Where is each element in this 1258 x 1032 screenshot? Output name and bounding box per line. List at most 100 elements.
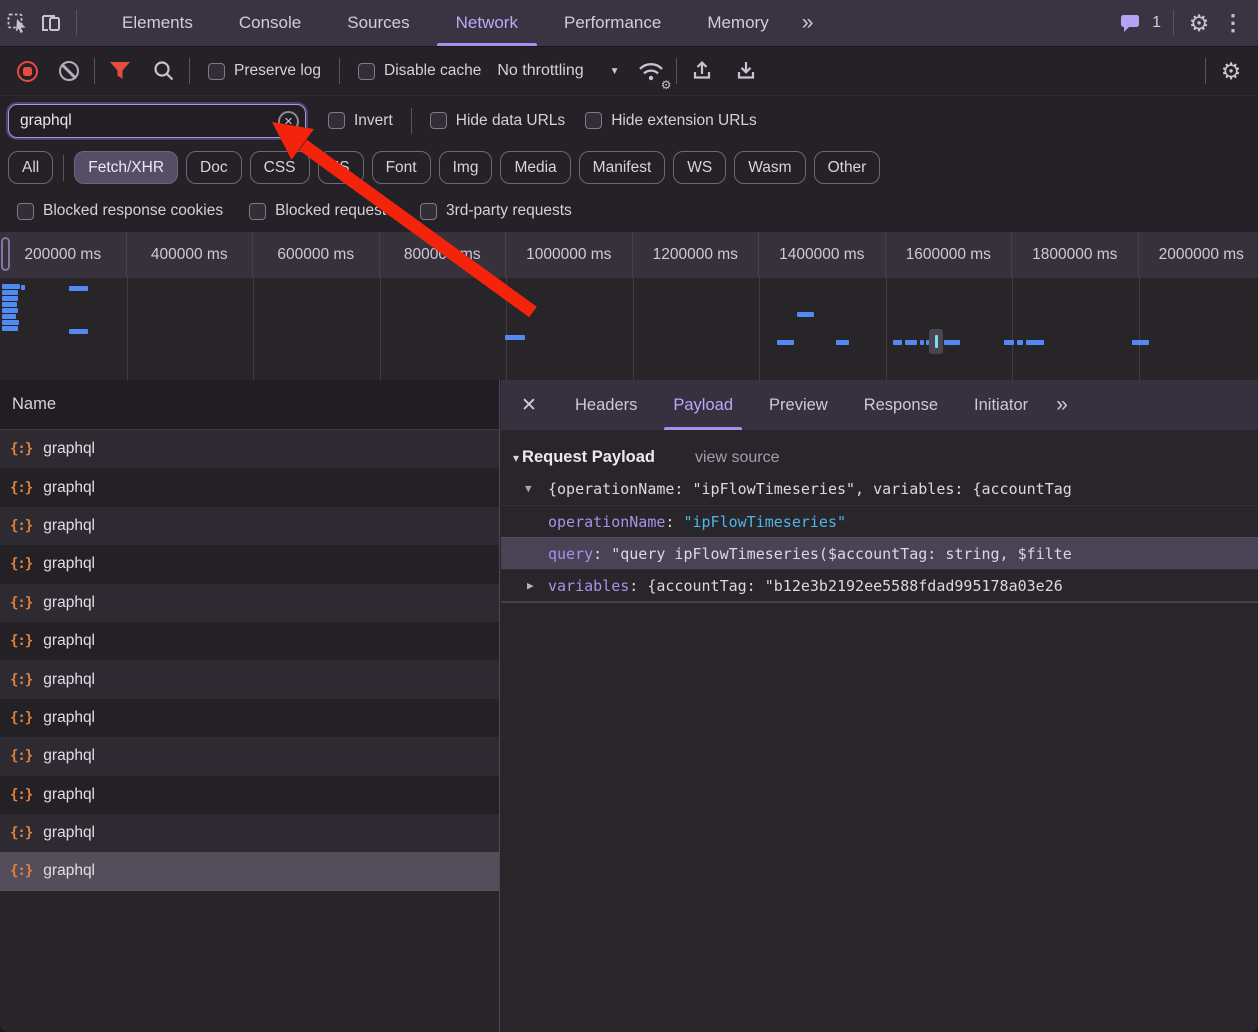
filter-chip-wasm[interactable]: Wasm (734, 151, 805, 184)
waterfall-bar[interactable] (2, 326, 18, 331)
detail-tab-initiator[interactable]: Initiator (956, 380, 1046, 430)
tab-network[interactable]: Network (433, 0, 541, 46)
clear-network-log-button[interactable] (52, 54, 86, 88)
tab-memory[interactable]: Memory (684, 0, 791, 46)
inspect-element-icon[interactable] (0, 6, 34, 40)
close-details-icon[interactable]: ✕ (501, 380, 557, 430)
hide-data-urls-checkbox[interactable]: Hide data URLs (430, 112, 565, 130)
request-row[interactable]: {:}graphql (0, 468, 499, 506)
payload-preview-line[interactable]: ▼ {operationName: "ipFlowTimeseries", va… (501, 473, 1258, 505)
request-row[interactable]: {:}graphql (0, 584, 499, 622)
waterfall-bar[interactable] (2, 284, 20, 289)
filter-chip-doc[interactable]: Doc (186, 151, 242, 184)
disable-cache-checkbox[interactable]: Disable cache (358, 62, 481, 80)
tab-console[interactable]: Console (216, 0, 324, 46)
filter-chip-fetch-xhr[interactable]: Fetch/XHR (74, 151, 178, 184)
3rd-party-requests-checkbox[interactable]: 3rd-party requests (420, 202, 572, 220)
payload-entry-operationname[interactable]: operationName: "ipFlowTimeseries" (501, 505, 1258, 537)
clear-filter-icon[interactable]: ✕ (278, 111, 299, 132)
checkbox-box[interactable] (328, 112, 345, 129)
request-row[interactable]: {:}graphql (0, 430, 499, 468)
request-row[interactable]: {:}graphql (0, 699, 499, 737)
checkbox-box[interactable] (249, 203, 266, 220)
filter-chip-all[interactable]: All (8, 151, 53, 184)
request-row[interactable]: {:}graphql (0, 660, 499, 698)
waterfall-bar[interactable] (69, 329, 88, 334)
request-row[interactable]: {:}graphql (0, 852, 499, 890)
tab-performance[interactable]: Performance (541, 0, 684, 46)
search-icon[interactable] (147, 54, 181, 88)
view-source-link[interactable]: view source (695, 449, 779, 467)
filter-chip-css[interactable]: CSS (250, 151, 310, 184)
waterfall-bar[interactable] (1017, 340, 1023, 345)
waterfall-bar[interactable] (797, 312, 814, 317)
payload-entry-query[interactable]: query: "query ipFlowTimeseries($accountT… (501, 537, 1258, 569)
tab-sources[interactable]: Sources (324, 0, 432, 46)
waterfall-bar[interactable] (777, 340, 794, 345)
timeline-scroll-handle[interactable] (1, 237, 10, 271)
waterfall-bar[interactable] (505, 335, 525, 340)
kebab-menu-icon[interactable]: ⋮ (1216, 6, 1250, 40)
issues-icon[interactable] (1113, 6, 1147, 40)
waterfall-bar[interactable] (905, 340, 917, 345)
filter-chip-img[interactable]: Img (439, 151, 493, 184)
filter-chip-js[interactable]: JS (318, 151, 364, 184)
checkbox-box[interactable] (420, 203, 437, 220)
request-row[interactable]: {:}graphql (0, 814, 499, 852)
settings-gear-icon[interactable]: ⚙ (1182, 6, 1216, 40)
checkbox-box[interactable] (208, 63, 225, 80)
blocked-requests-checkbox[interactable]: Blocked requests (249, 202, 394, 220)
filter-funnel-icon[interactable] (103, 54, 137, 88)
detail-tab-payload[interactable]: Payload (655, 380, 751, 430)
device-toolbar-icon[interactable] (34, 6, 68, 40)
filter-chip-media[interactable]: Media (500, 151, 570, 184)
preserve-log-checkbox[interactable]: Preserve log (208, 62, 321, 80)
waterfall-bar[interactable] (2, 320, 19, 325)
checkbox-box[interactable] (430, 112, 447, 129)
waterfall-bar[interactable] (893, 340, 902, 345)
waterfall-bar[interactable] (1004, 340, 1014, 345)
waterfall-bar[interactable] (2, 308, 18, 313)
hide-extension-urls-checkbox[interactable]: Hide extension URLs (585, 112, 757, 130)
waterfall-bar[interactable] (1132, 340, 1149, 345)
filter-input[interactable] (8, 104, 306, 138)
request-row[interactable]: {:}graphql (0, 776, 499, 814)
throttling-dropdown[interactable]: No throttling ▼ (497, 62, 619, 80)
network-settings-gear-icon[interactable]: ⚙ (1214, 54, 1248, 88)
export-har-icon[interactable] (729, 54, 763, 88)
payload-entry-variables[interactable]: ▶variables: {accountTag: "b12e3b2192ee55… (501, 569, 1258, 601)
expander-icon[interactable]: ▶ (527, 570, 534, 601)
filter-chip-font[interactable]: Font (372, 151, 431, 184)
waterfall-bar[interactable] (2, 290, 18, 295)
checkbox-box[interactable] (585, 112, 602, 129)
checkbox-box[interactable] (17, 203, 34, 220)
waterfall-bar[interactable] (1026, 340, 1044, 345)
waterfall-selected-marker[interactable] (929, 329, 943, 354)
request-row[interactable]: {:}graphql (0, 545, 499, 583)
waterfall-bar[interactable] (836, 340, 849, 345)
waterfall-bar[interactable] (2, 296, 18, 301)
invert-checkbox[interactable]: Invert (328, 112, 393, 130)
more-details-tabs-icon[interactable]: » (1046, 393, 1076, 417)
waterfall-bar[interactable] (21, 285, 25, 290)
filter-chip-manifest[interactable]: Manifest (579, 151, 666, 184)
network-conditions-icon[interactable]: ⚙ (634, 54, 668, 88)
waterfall-bar[interactable] (69, 286, 88, 291)
record-network-log-button[interactable] (10, 54, 44, 88)
request-row[interactable]: {:}graphql (0, 622, 499, 660)
filter-chip-ws[interactable]: WS (673, 151, 726, 184)
more-tabs-icon[interactable]: » (792, 11, 822, 35)
detail-tab-response[interactable]: Response (846, 380, 956, 430)
expander-icon[interactable]: ▼ (525, 473, 532, 505)
filter-chip-other[interactable]: Other (814, 151, 881, 184)
waterfall-bar[interactable] (944, 340, 960, 345)
blocked-response-cookies-checkbox[interactable]: Blocked response cookies (17, 202, 223, 220)
waterfall-bar[interactable] (2, 302, 17, 307)
network-overview-timeline[interactable]: 200000 ms400000 ms600000 ms800000 ms1000… (0, 232, 1258, 380)
collapse-section-icon[interactable]: ▾ (513, 451, 519, 465)
detail-tab-preview[interactable]: Preview (751, 380, 846, 430)
import-har-icon[interactable] (685, 54, 719, 88)
name-column-header[interactable]: Name (0, 380, 499, 430)
tab-elements[interactable]: Elements (99, 0, 216, 46)
request-row[interactable]: {:}graphql (0, 737, 499, 775)
